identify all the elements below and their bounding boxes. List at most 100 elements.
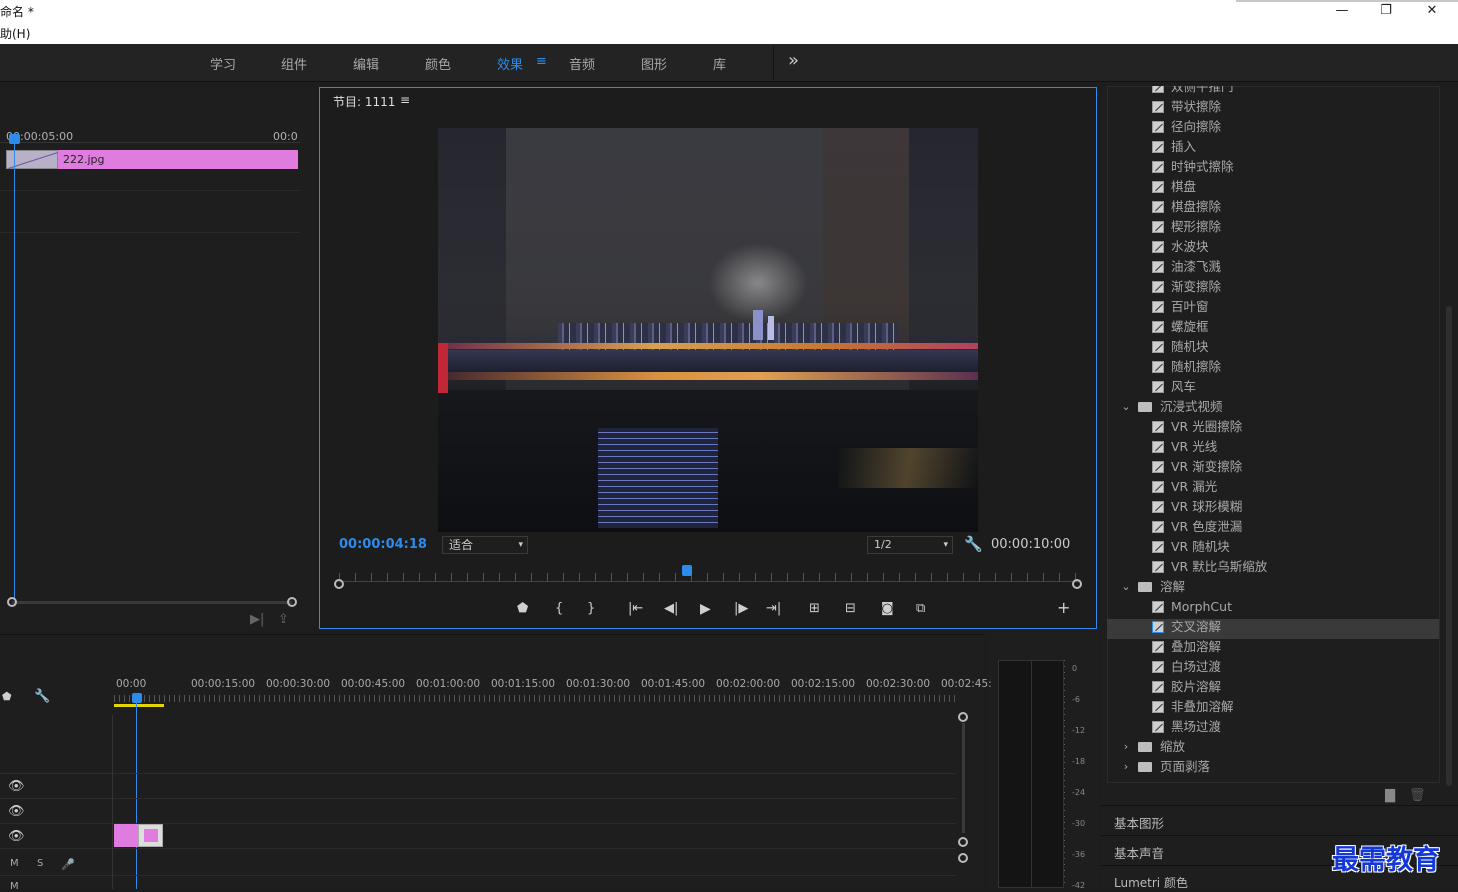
effect-item[interactable]: 水波块 xyxy=(1152,237,1442,257)
source-playhead[interactable] xyxy=(9,134,20,144)
effect-item[interactable]: 百叶窗 xyxy=(1152,297,1442,317)
step-forward-icon[interactable]: |▶ xyxy=(734,601,748,617)
tab-libraries[interactable]: 库 xyxy=(713,54,726,73)
menu-help[interactable]: 助(H) xyxy=(0,25,30,42)
restore-button[interactable]: ❐ xyxy=(1366,2,1406,20)
mic-icon[interactable]: 🎤 xyxy=(61,857,75,873)
effect-item[interactable]: VR 渐变擦除 xyxy=(1152,457,1442,477)
mute-button-a2[interactable]: M xyxy=(10,881,19,892)
effect-item[interactable]: 叠加溶解 xyxy=(1152,637,1442,657)
monitor-menu-icon[interactable]: ≡ xyxy=(400,93,410,107)
v-scroll-top[interactable] xyxy=(958,712,968,722)
monitor-playhead[interactable] xyxy=(681,565,692,576)
add-marker-icon[interactable]: ⬟ xyxy=(517,601,528,617)
close-button[interactable]: ✕ xyxy=(1412,2,1452,20)
marker-icon[interactable]: ⬟ xyxy=(2,689,12,705)
eye-icon-v1[interactable]: 👁 xyxy=(8,829,25,845)
effect-item[interactable]: 螺旋框 xyxy=(1152,317,1442,337)
effect-item[interactable]: 白场过渡 xyxy=(1152,657,1442,677)
effect-item[interactable]: 黑场过渡 xyxy=(1152,717,1442,737)
tab-color[interactable]: 颜色 xyxy=(425,54,451,73)
current-timecode[interactable]: 00:00:04:18 xyxy=(339,537,427,552)
export-icon[interactable]: ⇪ xyxy=(278,612,289,628)
new-bin-icon[interactable]: ▇ xyxy=(1385,788,1395,804)
camera-icon[interactable]: ◙ xyxy=(881,601,894,617)
effect-item[interactable]: 风车 xyxy=(1152,377,1442,397)
folder-dissolve[interactable]: ⌄ 溶解 xyxy=(1120,577,1420,597)
mute-button[interactable]: M xyxy=(10,858,19,869)
effect-item[interactable]: VR 色度泄漏 xyxy=(1152,517,1442,537)
effect-item[interactable]: 交叉溶解 xyxy=(1152,617,1442,637)
go-to-out-icon[interactable]: ⇥| xyxy=(766,601,781,617)
effect-item[interactable]: VR 球形模糊 xyxy=(1152,497,1442,517)
tab-audio[interactable]: 音频 xyxy=(569,54,595,73)
step-back-icon[interactable]: ◀| xyxy=(664,601,678,617)
go-to-icon[interactable]: ▶| xyxy=(250,612,264,628)
scroll-handle-right[interactable] xyxy=(287,597,297,607)
effect-item[interactable]: 时钟式擦除 xyxy=(1152,157,1442,177)
tab-effects[interactable]: 效果 xyxy=(497,54,523,73)
v-scroll-track[interactable] xyxy=(962,723,965,833)
zoom-handle-right[interactable] xyxy=(1072,579,1082,589)
effect-item[interactable]: VR 随机块 xyxy=(1152,537,1442,557)
solo-button[interactable]: S xyxy=(37,858,43,869)
timeline-playhead[interactable] xyxy=(132,693,142,703)
effect-item[interactable]: 随机擦除 xyxy=(1152,357,1442,377)
compare-view-icon[interactable]: ⧉ xyxy=(916,601,925,617)
chevron-down-icon[interactable]: ⌄ xyxy=(1120,397,1132,417)
tab-editing[interactable]: 编辑 xyxy=(353,54,379,73)
effect-item[interactable]: 径向擦除 xyxy=(1152,117,1442,137)
effect-item[interactable]: 楔形擦除 xyxy=(1152,217,1442,237)
effect-item[interactable]: VR 光线 xyxy=(1152,437,1442,457)
tab-learn[interactable]: 学习 xyxy=(210,54,236,73)
effect-item[interactable]: VR 漏光 xyxy=(1152,477,1442,497)
work-area-bar[interactable] xyxy=(114,704,164,707)
lift-icon[interactable]: ⊞ xyxy=(809,601,820,617)
chevron-right-icon[interactable]: › xyxy=(1120,757,1132,777)
chevron-down-icon[interactable]: ⌄ xyxy=(1120,577,1132,597)
scroll-handle-left[interactable] xyxy=(7,597,17,607)
effects-scrollbar[interactable] xyxy=(1446,306,1452,786)
play-icon[interactable]: ▶ xyxy=(700,601,711,617)
effect-item[interactable]: 胶片溶解 xyxy=(1152,677,1442,697)
effect-item[interactable]: MorphCut xyxy=(1152,597,1442,617)
effect-item[interactable]: VR 默比乌斯缩放 xyxy=(1152,557,1442,577)
wrench-icon[interactable]: 🔧 xyxy=(964,536,983,552)
eye-icon-v2[interactable]: 👁 xyxy=(8,804,25,820)
panel-essential-sound[interactable]: 基本声音 xyxy=(1114,843,1164,862)
timeline-transition[interactable] xyxy=(138,824,163,847)
timeline-clip[interactable] xyxy=(114,824,138,847)
trash-icon[interactable]: 🗑 xyxy=(1409,788,1426,804)
v-scroll2-top[interactable] xyxy=(958,853,968,863)
effect-item[interactable]: 非叠加溶解 xyxy=(1152,697,1442,717)
source-scroll-track[interactable] xyxy=(12,601,292,604)
folder-zoom[interactable]: › 缩放 xyxy=(1120,737,1420,757)
chevron-right-icon[interactable]: › xyxy=(1120,737,1132,757)
tab-menu-icon[interactable]: ≡ xyxy=(536,54,547,69)
effect-item[interactable]: 棋盘擦除 xyxy=(1152,197,1442,217)
panel-lumetri[interactable]: Lumetri 颜色 xyxy=(1114,874,1188,891)
resolution-dropdown[interactable]: 1/2 ▾ xyxy=(867,536,953,554)
eye-icon-v3[interactable]: 👁 xyxy=(8,779,25,795)
mark-out-icon[interactable]: } xyxy=(587,601,595,617)
tab-assembly[interactable]: 组件 xyxy=(281,54,307,73)
mark-in-icon[interactable]: { xyxy=(555,601,563,617)
add-button-icon[interactable]: + xyxy=(1057,600,1070,616)
extract-icon[interactable]: ⊟ xyxy=(845,601,856,617)
folder-immersive-video[interactable]: ⌄ 沉浸式视频 xyxy=(1120,397,1420,417)
clip-222[interactable]: 222.jpg xyxy=(58,150,298,169)
effect-item[interactable]: 油漆飞溅 xyxy=(1152,257,1442,277)
tab-graphics[interactable]: 图形 xyxy=(641,54,667,73)
zoom-handle-left[interactable] xyxy=(334,579,344,589)
effect-item[interactable]: 插入 xyxy=(1152,137,1442,157)
minimize-button[interactable]: — xyxy=(1322,2,1362,20)
effect-item[interactable]: 渐变擦除 xyxy=(1152,277,1442,297)
effect-item[interactable]: 随机块 xyxy=(1152,337,1442,357)
overflow-icon[interactable]: » xyxy=(788,50,799,71)
effect-item[interactable]: 带状擦除 xyxy=(1152,97,1442,117)
folder-page-peel[interactable]: › 页面剥落 xyxy=(1120,757,1420,777)
go-to-in-icon[interactable]: |⇤ xyxy=(628,601,643,617)
effect-item[interactable]: 棋盘 xyxy=(1152,177,1442,197)
wrench-icon[interactable]: 🔧 xyxy=(34,689,50,705)
effect-item[interactable]: VR 光圈擦除 xyxy=(1152,417,1442,437)
